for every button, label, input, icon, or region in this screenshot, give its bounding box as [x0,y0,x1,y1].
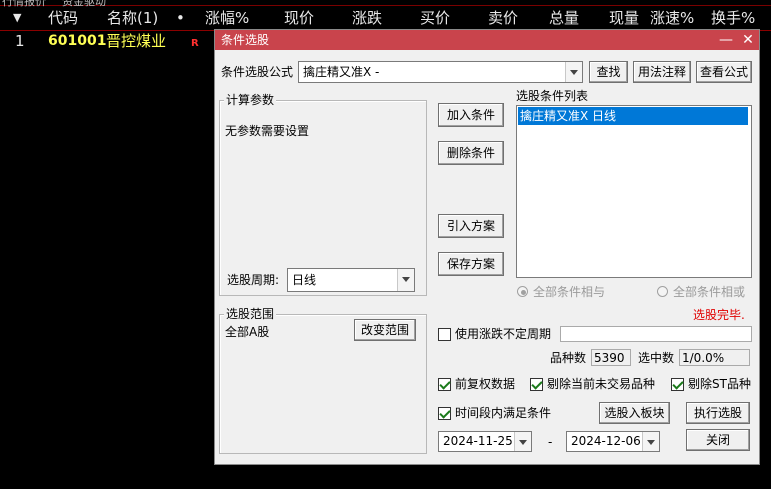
date-from-picker[interactable]: 2024-11-25 [438,431,532,452]
status-text: 选股完毕. [693,308,745,322]
col-turnover[interactable]: 换手% [711,6,755,30]
date-to-value: 2024-12-06 [571,434,641,448]
row-index: 1 [15,32,25,50]
params-text: 无参数需要设置 [225,124,310,138]
chevron-down-icon[interactable] [642,432,659,451]
find-button[interactable]: 查找 [589,61,628,83]
radio-and-label: 全部条件相与 [533,285,606,299]
execute-button[interactable]: 执行选股 [686,402,750,424]
range-group-title: 选股范围 [224,307,277,321]
col-bid[interactable]: 买价 [420,6,450,30]
add-condition-button[interactable]: 加入条件 [438,103,504,127]
row-code: 601001 [48,33,107,49]
import-plan-button[interactable]: 引入方案 [438,214,504,238]
close-button[interactable]: 关闭 [686,429,750,451]
exclude-untraded-label: 剔除当前未交易品种 [547,377,656,391]
condition-select-dialog: 条件选股 — ✕ 条件选股公式 擒庄精又准X - 查找 用法注释 查看公式 计算… [214,29,760,465]
change-range-button[interactable]: 改变范围 [354,319,416,341]
count-field: 5390 [591,349,631,366]
radio-or[interactable] [657,286,668,297]
col-volume[interactable]: 总量 [549,6,579,30]
sort-triangle-icon[interactable]: ▼ [13,6,21,30]
date-to-picker[interactable]: 2024-12-06 [566,431,660,452]
selected-field: 1/0.0% [679,349,750,366]
col-change[interactable]: 涨跌 [352,6,382,30]
exclude-st-label: 剔除ST品种 [688,377,751,391]
selected-label: 选中数 [638,351,675,365]
uncertain-period-checkbox[interactable] [438,328,451,341]
formula-value: 擒庄精又准X - [303,65,380,79]
to-block-button[interactable]: 选股入板块 [599,402,670,424]
formula-label: 条件选股公式 [221,65,294,79]
condition-list[interactable]: 擒庄精又准X 日线 [516,105,752,278]
time-condition-label: 时间段内满足条件 [455,406,552,420]
pre-adjust-label: 前复权数据 [455,377,516,391]
list-item[interactable]: 擒庄精又准X 日线 [518,107,748,125]
minimize-icon[interactable]: — [717,30,735,50]
range-value: 全部A股 [225,325,270,339]
delete-condition-button[interactable]: 删除条件 [438,141,504,165]
date-from-value: 2024-11-25 [443,434,513,448]
dialog-title-bar[interactable]: 条件选股 — ✕ [215,30,759,50]
exclude-untraded-checkbox[interactable] [530,378,543,391]
uncertain-period-input[interactable] [560,326,752,342]
exclude-st-checkbox[interactable] [671,378,684,391]
radio-or-label: 全部条件相或 [673,285,746,299]
formula-select[interactable]: 擒庄精又准X - [298,61,583,83]
dialog-title: 条件选股 [221,33,270,47]
col-cur-volume[interactable]: 现量 [609,6,639,30]
uncertain-period-label: 使用涨跌不定周期 [455,327,552,341]
usage-notes-button[interactable]: 用法注释 [633,61,691,83]
save-plan-button[interactable]: 保存方案 [438,252,504,276]
close-icon[interactable]: ✕ [739,30,757,50]
col-name[interactable]: 名称(1) [107,6,158,30]
period-value: 日线 [292,273,317,287]
period-select[interactable]: 日线 [287,268,415,292]
col-change-pct[interactable]: 涨幅% [205,6,249,30]
chevron-down-icon[interactable] [397,269,414,291]
col-speed[interactable]: 涨速% [650,6,694,30]
date-separator: - [548,435,553,449]
condition-list-label: 选股条件列表 [516,89,589,103]
col-ask[interactable]: 卖价 [488,6,518,30]
params-group-title: 计算参数 [224,93,277,107]
table-row[interactable]: 1 601001 晋控煤业 R [0,30,214,52]
radio-and[interactable] [517,286,528,297]
selected-value: 1/0.0% [682,351,725,365]
row-name: 晋控煤业 [106,32,167,50]
col-price[interactable]: 现价 [284,6,314,30]
chevron-down-icon[interactable] [565,62,582,82]
tab-quotes[interactable]: 行情报价 [2,0,46,9]
pre-adjust-checkbox[interactable] [438,378,451,391]
col-dot[interactable]: • [176,6,185,30]
chevron-down-icon[interactable] [514,432,531,451]
view-formula-button[interactable]: 查看公式 [696,61,752,83]
time-condition-checkbox[interactable] [438,407,451,420]
count-value: 5390 [594,351,625,365]
count-label: 品种数 [550,351,587,365]
period-label: 选股周期: [227,273,280,287]
col-code[interactable]: 代码 [48,6,78,30]
row-flag: R [191,38,199,49]
